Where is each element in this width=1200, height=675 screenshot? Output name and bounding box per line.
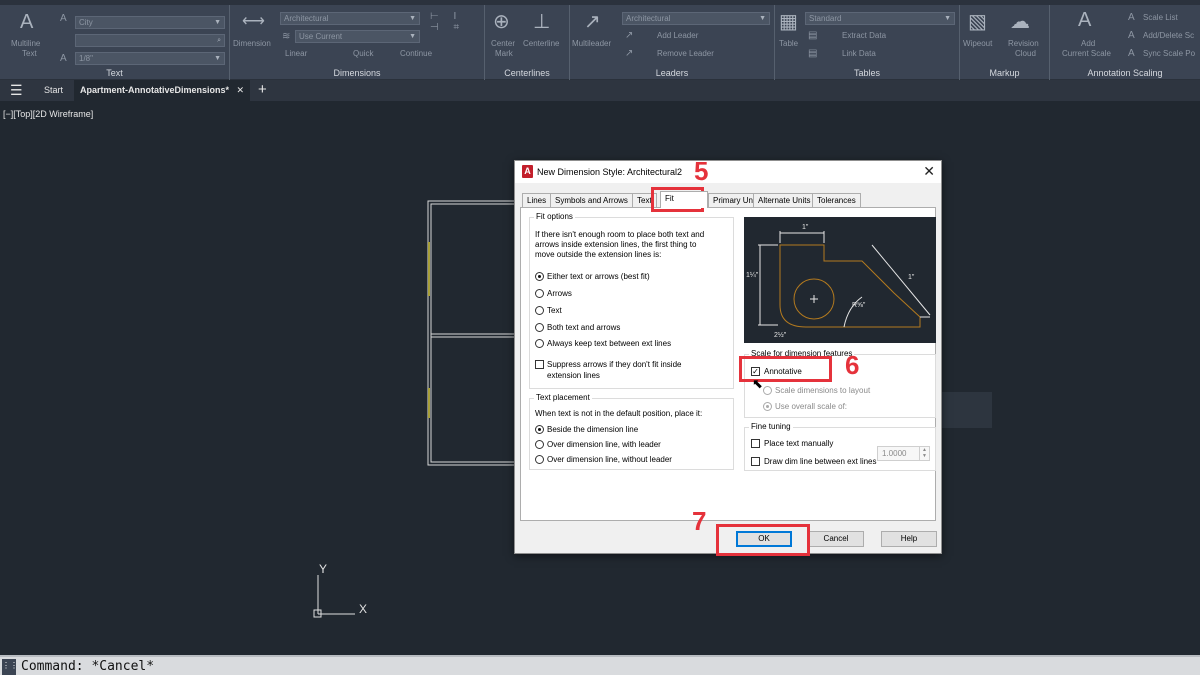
- suppress-arrows-label-2[interactable]: extension lines: [547, 371, 600, 381]
- tab-symbols-and-arrows[interactable]: Symbols and Arrows: [550, 193, 633, 207]
- ucs-icon: [313, 575, 355, 618]
- radio-always-keep-label[interactable]: Always keep text between ext lines: [547, 339, 671, 349]
- fit-description-line3: move outside the extension lines is:: [535, 250, 662, 259]
- fit-tab-content: Fit options If there isn't enough room t…: [520, 207, 936, 521]
- preview-dim-top: 1": [802, 224, 809, 231]
- mouse-pointer-icon: ⬉: [752, 376, 763, 391]
- radio-best-fit[interactable]: [535, 272, 544, 281]
- radio-beside-dim-line[interactable]: [535, 425, 544, 434]
- step5-number: 5: [694, 156, 709, 186]
- step7-highlight-box: [716, 524, 810, 556]
- command-line-grip-icon[interactable]: ⋮⋮: [2, 659, 18, 675]
- radio-text[interactable]: [535, 306, 544, 315]
- tab-tolerances[interactable]: Tolerances: [812, 193, 861, 207]
- radio-arrows[interactable]: [535, 289, 544, 298]
- help-button[interactable]: Help: [881, 531, 937, 547]
- dialog-titlebar[interactable]: A New Dimension Style: Architectural2 ✕: [515, 161, 941, 183]
- radio-both-label[interactable]: Both text and arrows: [547, 323, 620, 333]
- overall-scale-label[interactable]: Use overall scale of:: [775, 402, 847, 412]
- draw-dim-line-label[interactable]: Draw dim line between ext lines: [764, 457, 877, 467]
- radio-over-without-leader[interactable]: [535, 455, 544, 464]
- place-text-manually-label[interactable]: Place text manually: [764, 439, 833, 449]
- radio-over-with-leader-label[interactable]: Over dimension line, with leader: [547, 440, 661, 450]
- radio-text-label[interactable]: Text: [547, 306, 562, 316]
- ucs-x-label: X: [359, 602, 367, 616]
- radio-always-keep[interactable]: [535, 339, 544, 348]
- radio-overall-scale[interactable]: [763, 402, 772, 411]
- radio-both[interactable]: [535, 323, 544, 332]
- fit-options-group: Fit options If there isn't enough room t…: [529, 212, 734, 389]
- radio-best-fit-label[interactable]: Either text or arrows (best fit): [547, 272, 650, 282]
- fit-options-label: Fit options: [534, 212, 575, 221]
- cancel-button[interactable]: Cancel: [808, 531, 864, 547]
- new-dimension-style-dialog: A New Dimension Style: Architectural2 ✕ …: [514, 160, 942, 554]
- preview-dim-bottom: 2½": [774, 331, 787, 339]
- step7-number: 7: [692, 506, 707, 536]
- suppress-arrows-label-1[interactable]: Suppress arrows if they don't fit inside: [547, 360, 681, 370]
- dimension-preview: 1" 1¼" 2½" 1" R⅝": [744, 217, 936, 343]
- radio-scale-to-layout[interactable]: [763, 386, 772, 395]
- scale-to-layout-label[interactable]: Scale dimensions to layout: [775, 386, 870, 396]
- autocad-window: A Multiline Text A City ▼ ⌕ A 1/8" ▼ Text …: [0, 0, 1200, 675]
- command-text: Command: *Cancel*: [21, 659, 155, 674]
- fine-tuning-label: Fine tuning: [749, 422, 793, 431]
- tab-fit[interactable]: Fit: [660, 191, 708, 208]
- fine-tuning-group: Fine tuning Place text manually Draw dim…: [744, 422, 936, 471]
- preview-dim-left: 1¼": [746, 272, 759, 279]
- radio-over-with-leader[interactable]: [535, 440, 544, 449]
- fit-description-line1: If there isn't enough room to place both…: [535, 230, 705, 239]
- autocad-logo-icon: A: [522, 165, 533, 178]
- place-text-manually-checkbox[interactable]: [751, 439, 760, 448]
- radio-beside-dim-line-label[interactable]: Beside the dimension line: [547, 425, 638, 435]
- step6-number: 6: [845, 350, 860, 380]
- preview-dim-arc: R⅝": [852, 302, 866, 309]
- dialog-title: New Dimension Style: Architectural2: [537, 167, 683, 177]
- floor-plan: [427, 200, 524, 466]
- draw-dim-line-checkbox[interactable]: [751, 457, 760, 466]
- fit-description-line2: arrows inside extension lines, the first…: [535, 240, 697, 249]
- suppress-arrows-checkbox[interactable]: [535, 360, 544, 369]
- preview-drawing: 1" 1¼" 2½" 1" R⅝": [746, 224, 931, 339]
- preview-dim-diag: 1": [908, 274, 915, 281]
- close-icon[interactable]: ✕: [923, 163, 935, 180]
- tab-lines[interactable]: Lines: [522, 193, 552, 207]
- text-placement-description: When text is not in the default position…: [535, 409, 703, 418]
- radio-arrows-label[interactable]: Arrows: [547, 289, 572, 299]
- ucs-y-label: Y: [319, 562, 327, 576]
- text-placement-group: Text placement When text is not in the d…: [529, 393, 734, 470]
- tab-alternate-units[interactable]: Alternate Units: [753, 193, 816, 207]
- text-placement-label: Text placement: [534, 393, 592, 402]
- command-line[interactable]: ⋮⋮ Command: *Cancel*: [0, 655, 1200, 675]
- radio-over-without-leader-label[interactable]: Over dimension line, without leader: [547, 455, 672, 465]
